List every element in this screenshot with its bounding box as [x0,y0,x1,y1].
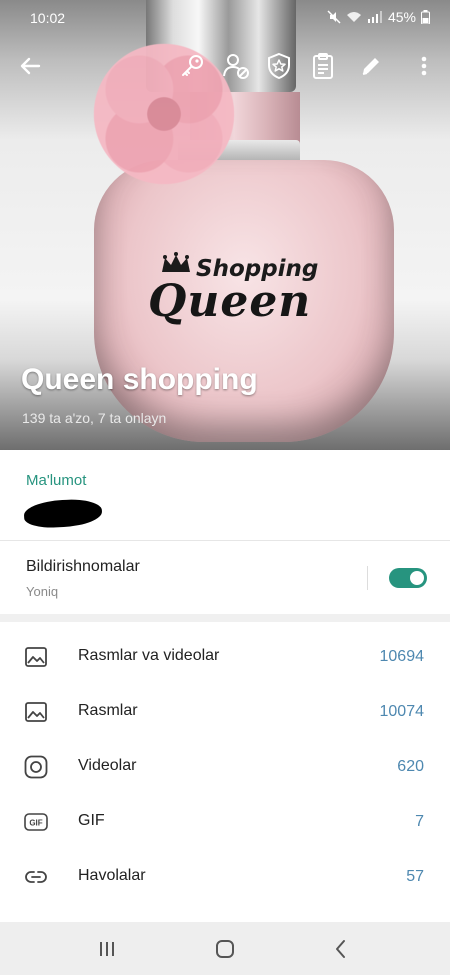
media-count: 10694 [379,648,425,665]
pencil-icon[interactable] [357,52,385,80]
media-label: Rasmlar va videolar [78,647,220,664]
image-icon [25,647,47,667]
media-count: 7 [415,813,424,830]
mute-icon [327,10,341,24]
media-label: Havolalar [78,867,146,884]
status-icons: 45% [327,9,430,25]
media-count: 10074 [379,703,425,720]
battery-level: 45% [387,9,416,25]
back-arrow-icon[interactable] [16,52,44,80]
image-icon [25,702,47,722]
recent-apps-icon[interactable] [94,936,120,962]
key-icon[interactable] [178,52,206,80]
shield-star-icon[interactable] [265,52,293,80]
divider [0,540,450,541]
signal-icon [367,11,382,23]
media-count: 57 [406,868,424,885]
media-count: 620 [397,758,424,775]
group-member-count: 139 ta a'zo, 7 ta onlayn [22,410,167,426]
vertical-divider [367,566,368,590]
group-title: Queen shopping [21,363,258,396]
media-row-gif[interactable]: GIF GIF 7 [0,795,450,849]
wifi-icon [346,12,361,22]
media-row-photos[interactable]: Rasmlar 10074 [0,685,450,739]
svg-text:GIF: GIF [29,819,42,828]
system-navigation-bar [0,922,450,975]
media-row-videos[interactable]: Videolar 620 [0,740,450,794]
media-label: Rasmlar [78,702,138,719]
info-section-label: Ma'lumot [26,472,87,489]
user-block-icon[interactable] [222,52,250,80]
notifications-title: Bildirishnomalar [26,558,140,575]
link-icon [25,871,47,883]
back-icon[interactable] [328,936,354,962]
more-vert-icon[interactable] [410,52,438,80]
status-time: 10:02 [30,10,66,26]
redacted-description [23,497,103,530]
video-icon [24,755,48,779]
logo-queen-text: Queen [148,276,312,327]
media-label: Videolar [78,757,137,774]
media-row-photos-videos[interactable]: Rasmlar va videolar 10694 [0,630,450,684]
media-row-links[interactable]: Havolalar 57 [0,850,450,904]
notifications-status: Yoniq [26,584,59,599]
toggle-knob [408,569,426,587]
battery-icon [421,10,430,24]
media-label: GIF [78,812,105,829]
clipboard-icon[interactable] [309,52,337,80]
notifications-toggle[interactable] [389,568,427,588]
crown-icon [162,252,190,272]
gif-icon: GIF [24,813,48,831]
home-icon[interactable] [212,936,238,962]
section-divider [0,614,450,622]
status-bar: 10:02 45% [0,0,450,36]
